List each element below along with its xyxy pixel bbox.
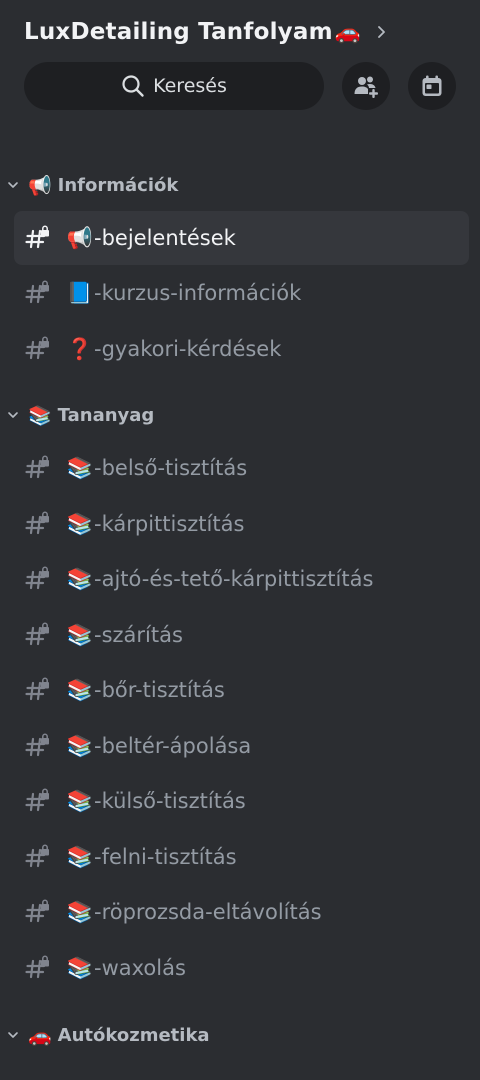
car-emoji-icon: 🚗	[334, 19, 361, 44]
channel-gyakori-kerdesek[interactable]: ❓ -gyakori-kérdések	[14, 322, 469, 376]
car-icon: 🚗	[28, 1024, 52, 1047]
locked-hash-icon	[25, 511, 49, 535]
category-label: Tananyag	[57, 404, 155, 426]
locked-hash-icon	[25, 844, 49, 868]
locked-hash-icon	[25, 455, 49, 479]
locked-hash-icon	[25, 280, 49, 304]
locked-hash-icon	[25, 788, 49, 812]
megaphone-icon: 📢	[28, 174, 52, 197]
locked-hash-icon	[25, 955, 49, 979]
channel-name: -waxolás	[94, 956, 186, 980]
books-icon: 📚	[66, 677, 94, 702]
books-icon: 📚	[66, 455, 94, 480]
channel-felni-tisztitas[interactable]: 📚 -felni-tisztítás	[14, 830, 469, 884]
channel-karpittisztitas[interactable]: 📚 -kárpittisztítás	[14, 497, 469, 551]
channel-szaritas[interactable]: 📚 -szárítás	[14, 608, 469, 662]
books-icon: 📚	[66, 955, 94, 980]
books-icon: 📚	[66, 788, 94, 813]
channel-bejelentesek[interactable]: 📢 -bejelentések	[14, 211, 469, 265]
channel-roprozsda-eltavolitas[interactable]: 📚 -röprozsda-eltávolítás	[14, 885, 469, 939]
channel-name: -szárítás	[94, 623, 183, 647]
channel-name: -gyakori-kérdések	[94, 337, 282, 361]
books-icon: 📚	[66, 566, 94, 591]
search-icon	[122, 75, 144, 97]
channel-name: -kurzus-információk	[94, 281, 302, 305]
channel-name: -ajtó-és-tető-kárpittisztítás	[94, 567, 374, 591]
category-autokozmetika[interactable]: 🚗 Autókozmetika	[6, 1019, 210, 1051]
locked-hash-icon	[25, 677, 49, 701]
locked-hash-icon	[25, 336, 49, 360]
channel-name: -kárpittisztítás	[94, 512, 245, 536]
books-icon: 📚	[28, 404, 52, 427]
channel-kurzus-informaciok[interactable]: 📘 -kurzus-információk	[14, 266, 469, 320]
channel-name: -bejelentések	[94, 226, 236, 250]
category-label: Autókozmetika	[57, 1024, 210, 1046]
books-icon: 📚	[66, 733, 94, 758]
server-name: LuxDetailing Tanfolyam	[24, 19, 333, 45]
category-tananyag[interactable]: 📚 Tananyag	[6, 399, 154, 431]
channel-name: -külső-tisztítás	[94, 789, 246, 813]
locked-hash-icon	[25, 733, 49, 757]
locked-hash-icon	[25, 622, 49, 646]
books-icon: 📚	[66, 622, 94, 647]
search-label: Keresés	[153, 75, 227, 97]
locked-hash-icon	[25, 899, 49, 923]
locked-hash-icon	[25, 566, 49, 590]
events-button[interactable]	[408, 62, 456, 110]
megaphone-icon: 📢	[66, 225, 94, 250]
chevron-down-icon	[8, 412, 18, 418]
chevron-down-icon	[8, 182, 18, 188]
channel-name: -belső-tisztítás	[94, 456, 248, 480]
locked-hash-icon	[25, 225, 49, 249]
invite-members-button[interactable]	[342, 62, 390, 110]
channel-name: -röprozsda-eltávolítás	[94, 900, 322, 924]
search-button[interactable]: Keresés	[24, 62, 324, 110]
question-mark-icon: ❓	[66, 336, 94, 361]
channel-waxolas[interactable]: 📚 -waxolás	[14, 941, 469, 995]
channel-ajto-es-teto-karpittisztitas[interactable]: 📚 -ajtó-és-tető-kárpittisztítás	[14, 552, 469, 606]
books-icon: 📚	[66, 844, 94, 869]
category-label: Információk	[57, 174, 179, 196]
channel-bor-tisztitas[interactable]: 📚 -bőr-tisztítás	[14, 663, 469, 717]
add-member-icon	[354, 76, 378, 98]
books-icon: 📚	[66, 899, 94, 924]
blue-book-icon: 📘	[66, 280, 94, 305]
server-header[interactable]: LuxDetailing Tanfolyam 🚗	[24, 14, 389, 50]
books-icon: 📚	[66, 511, 94, 536]
calendar-icon	[422, 75, 442, 96]
channel-belso-tisztitas[interactable]: 📚 -belső-tisztítás	[14, 441, 469, 495]
chevron-right-icon	[378, 26, 385, 38]
channel-belter-apolasa[interactable]: 📚 -beltér-ápolása	[14, 719, 469, 773]
channel-name: -bőr-tisztítás	[94, 678, 225, 702]
chevron-down-icon	[8, 1032, 18, 1038]
channel-name: -beltér-ápolása	[94, 734, 252, 758]
category-informaciok[interactable]: 📢 Információk	[6, 169, 178, 201]
channel-name: -felni-tisztítás	[94, 845, 237, 869]
channel-kulso-tisztitas[interactable]: 📚 -külső-tisztítás	[14, 774, 469, 828]
